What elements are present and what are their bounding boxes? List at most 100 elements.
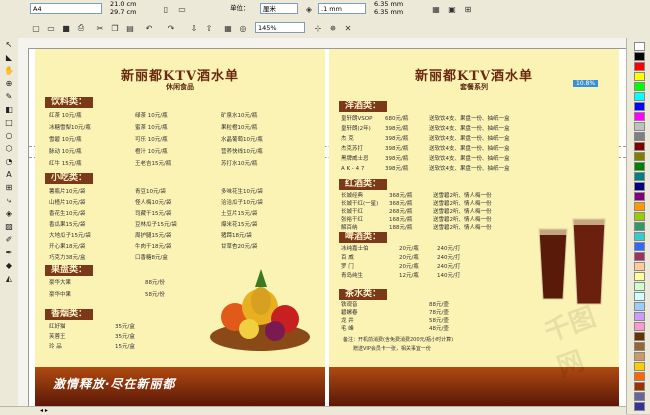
portrait-icon[interactable]: ▯ — [160, 3, 172, 15]
color-swatch[interactable] — [633, 282, 645, 291]
color-swatch[interactable] — [633, 82, 645, 91]
menu-cell: 雪碧 10元/瓶 — [49, 137, 82, 143]
zoom-select[interactable]: 145% — [255, 22, 305, 33]
color-swatch[interactable] — [633, 302, 645, 311]
export-icon[interactable]: ⇧ — [203, 22, 215, 34]
color-swatch[interactable] — [633, 262, 645, 271]
color-swatch[interactable] — [633, 312, 645, 321]
color-swatch[interactable] — [633, 252, 645, 261]
color-swatch[interactable] — [633, 182, 645, 191]
color-swatch[interactable] — [633, 212, 645, 221]
color-swatch[interactable] — [633, 172, 645, 181]
drinks-heading: 饮料类： — [45, 97, 94, 108]
units-value: 厘米 — [263, 5, 276, 13]
duplicate-y-value[interactable]: 6.35 mm — [374, 8, 403, 17]
smart-fill-icon[interactable]: ◧ — [0, 103, 18, 116]
cut-icon[interactable]: ✂ — [94, 22, 106, 34]
interactive-blend-icon[interactable]: ◈ — [0, 207, 18, 220]
color-swatch[interactable] — [633, 132, 645, 141]
landscape-icon[interactable]: ▭ — [176, 3, 188, 15]
table-tool-icon[interactable]: ⊞ — [0, 181, 18, 194]
color-swatch[interactable] — [633, 152, 645, 161]
redo-icon[interactable]: ↷ — [165, 22, 177, 34]
freehand-tool-icon[interactable]: ✎ — [0, 90, 18, 103]
color-swatch[interactable] — [633, 402, 645, 411]
options-icon[interactable]: ✕ — [342, 22, 354, 34]
app-launcher-icon[interactable]: ▦ — [222, 22, 234, 34]
basic-shapes-icon[interactable]: ◔ — [0, 155, 18, 168]
color-swatch[interactable] — [633, 162, 645, 171]
import-icon[interactable]: ⇩ — [188, 22, 200, 34]
page-height-value[interactable]: 29.7 cm — [110, 8, 136, 17]
shape-tool-icon[interactable]: ◣ — [0, 51, 18, 64]
color-swatch[interactable] — [633, 342, 645, 351]
color-swatch[interactable] — [633, 272, 645, 281]
polygon-tool-icon[interactable]: ⬡ — [0, 142, 18, 155]
color-swatch[interactable] — [633, 112, 645, 121]
copy-icon[interactable]: ❐ — [109, 22, 121, 34]
color-swatch[interactable] — [633, 122, 645, 131]
color-swatch[interactable] — [633, 392, 645, 401]
color-swatch[interactable] — [633, 372, 645, 381]
left-menu-page[interactable]: 新丽都KTV酒水单 休闲食品 饮料类： 红茶 10元/瓶 绿茶 10元/瓶 矿泉水1… — [35, 49, 325, 406]
undo-icon[interactable]: ↶ — [143, 22, 155, 34]
menu-cell: 送雪碧2听、情人梅一份 — [433, 209, 492, 215]
eyedropper-icon[interactable]: ✐ — [0, 233, 18, 246]
zoom-tool-icon[interactable]: ⊕ — [0, 77, 18, 90]
page-options-3-icon[interactable]: ⊞ — [462, 3, 474, 15]
menu-cell: 甘草杏20元/袋 — [221, 244, 258, 250]
color-swatch[interactable] — [633, 142, 645, 151]
color-swatch[interactable] — [633, 232, 645, 241]
web-icon[interactable]: ◎ — [237, 22, 249, 34]
paper-size-select[interactable]: A4 — [30, 3, 102, 14]
transparency-tool-icon[interactable]: ▨ — [0, 220, 18, 233]
color-swatch[interactable] — [633, 222, 645, 231]
color-swatch[interactable] — [633, 352, 645, 361]
rectangle-tool-icon[interactable]: □ — [0, 116, 18, 129]
color-swatch[interactable] — [633, 92, 645, 101]
paste-icon[interactable]: ▤ — [124, 22, 136, 34]
open-folder-icon[interactable]: ▭ — [45, 22, 57, 34]
page-options-icon[interactable]: ▦ — [430, 3, 442, 15]
menu-cell: 送雪碧2听、情人梅一份 — [433, 217, 492, 223]
color-swatch[interactable] — [633, 362, 645, 371]
text-tool-icon[interactable]: A — [0, 168, 18, 181]
fill-tool-icon[interactable]: ◆ — [0, 259, 18, 272]
menu-cell: 百 威 — [341, 255, 354, 261]
snacks-heading: 小吃类： — [45, 173, 94, 184]
outline-tool-icon[interactable]: ✒ — [0, 246, 18, 259]
color-swatch[interactable] — [633, 62, 645, 71]
menu-cell: 送雪碧2听、情人梅一份 — [433, 225, 492, 231]
color-swatch[interactable] — [633, 292, 645, 301]
new-document-icon[interactable]: ▢ — [30, 22, 42, 34]
color-swatch[interactable] — [633, 202, 645, 211]
pick-tool-icon[interactable]: ↖ — [0, 38, 18, 51]
snap-icon[interactable]: ⊹ — [312, 22, 324, 34]
welcome-icon[interactable]: ✵ — [327, 22, 339, 34]
save-icon[interactable]: ■ — [60, 22, 72, 34]
units-select[interactable]: 厘米 — [260, 3, 298, 14]
color-swatch[interactable] — [633, 332, 645, 341]
vertical-ruler[interactable] — [18, 48, 29, 406]
color-swatch[interactable] — [633, 42, 645, 51]
menu-cell: 送雪碧2听、情人梅一份 — [433, 193, 492, 199]
page-tab-icon[interactable]: ◂ ▸ — [40, 407, 48, 414]
color-swatch[interactable] — [633, 242, 645, 251]
color-swatch[interactable] — [633, 102, 645, 111]
menu-cell: 洽洽瓜子10元/袋 — [221, 200, 263, 206]
ellipse-tool-icon[interactable]: ○ — [0, 129, 18, 142]
print-icon[interactable]: ⎙ — [75, 22, 87, 34]
color-swatch[interactable] — [633, 192, 645, 201]
pan-tool-icon[interactable]: ✋ — [0, 64, 18, 77]
interactive-fill-icon[interactable]: ◭ — [0, 272, 18, 285]
drawing-canvas[interactable]: 新丽都KTV酒水单 休闲食品 饮料类： 红茶 10元/瓶 绿茶 10元/瓶 矿泉水1… — [29, 49, 626, 406]
page-options-2-icon[interactable]: ▣ — [446, 3, 458, 15]
color-swatch[interactable] — [633, 322, 645, 331]
color-swatch[interactable] — [633, 72, 645, 81]
menu-cell: 解百纳 — [341, 225, 358, 231]
color-swatch[interactable] — [633, 52, 645, 61]
horizontal-ruler[interactable] — [18, 38, 626, 49]
nudge-input[interactable]: .1 mm — [318, 3, 366, 14]
connector-tool-icon[interactable]: ⤷ — [0, 194, 18, 207]
color-swatch[interactable] — [633, 382, 645, 391]
